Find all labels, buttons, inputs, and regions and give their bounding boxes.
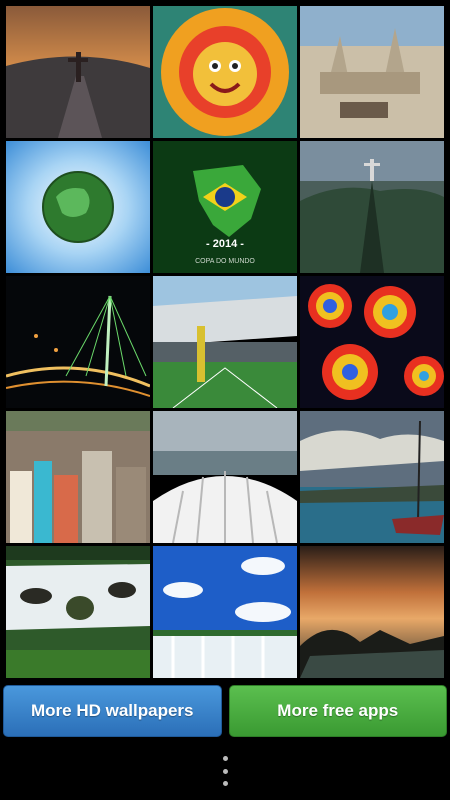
wallpaper-thumb-11[interactable] [153,411,297,543]
flag-year-caption: - 2014 - [206,238,244,250]
wallpaper-thumb-13[interactable] [6,546,150,678]
wallpaper-thumb-10[interactable] [6,411,150,543]
wallpaper-thumb-2[interactable] [153,6,297,138]
wallpaper-thumb-1[interactable] [6,6,150,138]
wallpaper-thumb-3[interactable] [300,6,444,138]
overflow-menu-icon[interactable] [217,756,233,786]
wallpaper-grid: - 2014 - COPA DO MUNDO [6,6,444,678]
menu-dot [222,781,228,786]
flag-subcaption: COPA DO MUNDO [195,258,255,265]
action-buttons: More HD wallpapers More free apps [3,685,447,737]
wallpaper-thumb-8[interactable] [153,276,297,408]
wallpaper-thumb-6[interactable] [300,141,444,273]
menu-dot [222,768,228,774]
wallpaper-thumb-5[interactable]: - 2014 - COPA DO MUNDO [153,141,297,273]
wallpaper-thumb-12[interactable] [300,411,444,543]
more-hd-wallpapers-button[interactable]: More HD wallpapers [3,685,222,737]
wallpaper-thumb-9[interactable] [300,276,444,408]
more-free-apps-button[interactable]: More free apps [228,685,447,737]
wallpaper-thumb-7[interactable] [6,276,150,408]
wallpaper-thumb-15[interactable] [300,546,444,678]
wallpaper-thumb-4[interactable] [6,141,150,273]
menu-dot [222,756,228,761]
wallpaper-thumb-14[interactable] [153,546,297,678]
